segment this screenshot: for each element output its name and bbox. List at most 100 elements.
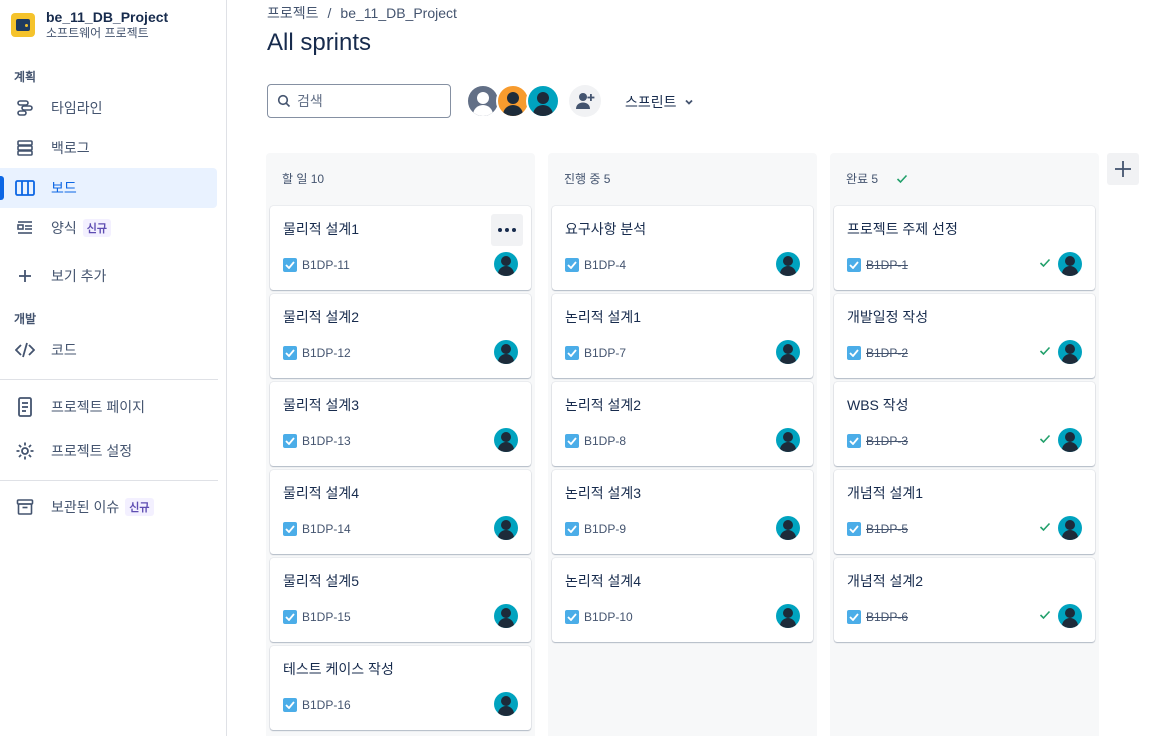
- task-type-icon: [283, 698, 297, 712]
- issue-card[interactable]: 논리적 설계1 B1DP-7: [552, 294, 813, 378]
- sidebar-item-add-view[interactable]: 보기 추가: [0, 256, 217, 296]
- issue-key[interactable]: B1DP-8: [584, 434, 626, 448]
- task-type-icon: [565, 522, 579, 536]
- issue-key[interactable]: B1DP-5: [866, 522, 908, 536]
- avatar[interactable]: [496, 84, 530, 118]
- sidebar-item-archived-issues[interactable]: 보관된 이슈 신규: [0, 487, 217, 527]
- avatar[interactable]: [526, 84, 560, 118]
- assignee-avatar[interactable]: [1058, 340, 1082, 364]
- assignee-avatar[interactable]: [1058, 428, 1082, 452]
- issue-card[interactable]: 개념적 설계1 B1DP-5: [834, 470, 1095, 554]
- task-type-icon: [283, 258, 297, 272]
- issue-card[interactable]: WBS 작성 B1DP-3: [834, 382, 1095, 466]
- sidebar-item-label: 백로그: [51, 140, 90, 156]
- search-icon: [277, 94, 291, 108]
- issue-key[interactable]: B1DP-9: [584, 522, 626, 536]
- sidebar-item-board[interactable]: 보드: [0, 168, 217, 208]
- search-box[interactable]: [267, 84, 451, 118]
- issue-key[interactable]: B1DP-6: [866, 610, 908, 624]
- project-header[interactable]: be_11_DB_Project 소프트웨어 프로젝트: [11, 8, 168, 40]
- issue-key[interactable]: B1DP-1: [866, 258, 908, 272]
- page-icon: [15, 397, 35, 417]
- issue-card[interactable]: 물리적 설계5 B1DP-15: [270, 558, 531, 642]
- sidebar-item-label: 프로젝트 페이지: [51, 399, 146, 415]
- issue-card[interactable]: 개발일정 작성 B1DP-2: [834, 294, 1095, 378]
- issue-card[interactable]: 물리적 설계3 B1DP-13: [270, 382, 531, 466]
- breadcrumb-projects-link[interactable]: 프로젝트: [267, 5, 319, 21]
- card-title: 논리적 설계2: [565, 397, 642, 413]
- task-type-icon: [283, 610, 297, 624]
- issue-key[interactable]: B1DP-2: [866, 346, 908, 360]
- timeline-icon: [15, 98, 35, 118]
- assignee-avatar[interactable]: [776, 604, 800, 628]
- form-icon: [15, 218, 35, 238]
- add-user-button[interactable]: [569, 85, 601, 117]
- assignee-avatar[interactable]: [494, 516, 518, 540]
- breadcrumb-project-link[interactable]: be_11_DB_Project: [340, 5, 456, 21]
- issue-key[interactable]: B1DP-7: [584, 346, 626, 360]
- plus-icon: [1115, 161, 1131, 177]
- sidebar-item-label: 코드: [51, 342, 77, 358]
- sidebar-item-label: 보기 추가: [51, 268, 107, 284]
- issue-card[interactable]: 논리적 설계4 B1DP-10: [552, 558, 813, 642]
- done-check-icon: [1039, 522, 1051, 532]
- issue-key[interactable]: B1DP-16: [302, 698, 351, 712]
- done-check-icon: [1039, 434, 1051, 444]
- card-title: 물리적 설계2: [283, 309, 360, 325]
- issue-card[interactable]: 테스트 케이스 작성 B1DP-16: [270, 646, 531, 730]
- board-column-todo: 할 일 10 물리적 설계1 B1DP-11 물리적 설계2 B1DP-12 물…: [266, 153, 535, 736]
- issue-card[interactable]: 요구사항 분석 B1DP-4: [552, 206, 813, 290]
- task-type-icon: [847, 346, 861, 360]
- column-header: 완료 5: [846, 170, 908, 187]
- assignee-avatar[interactable]: [776, 428, 800, 452]
- assignee-avatar[interactable]: [776, 340, 800, 364]
- assignee-avatar[interactable]: [1058, 252, 1082, 276]
- sidebar-item-timeline[interactable]: 타임라인: [0, 88, 217, 128]
- assignee-avatar[interactable]: [776, 252, 800, 276]
- issue-key[interactable]: B1DP-12: [302, 346, 351, 360]
- sidebar-item-code[interactable]: 코드: [0, 330, 217, 370]
- project-name: be_11_DB_Project: [46, 9, 169, 25]
- sidebar-item-project-settings[interactable]: 프로젝트 설정: [0, 431, 217, 471]
- task-type-icon: [847, 258, 861, 272]
- assignee-avatar[interactable]: [776, 516, 800, 540]
- board-icon: [15, 178, 35, 198]
- card-title: 테스트 케이스 작성: [283, 661, 394, 677]
- assignee-avatar[interactable]: [494, 604, 518, 628]
- assignee-avatar[interactable]: [494, 252, 518, 276]
- card-title: 개념적 설계2: [847, 573, 924, 589]
- issue-key[interactable]: B1DP-10: [584, 610, 633, 624]
- issue-card[interactable]: 물리적 설계2 B1DP-12: [270, 294, 531, 378]
- issue-key[interactable]: B1DP-3: [866, 434, 908, 448]
- sidebar-item-project-page[interactable]: 프로젝트 페이지: [0, 387, 217, 427]
- task-type-icon: [283, 522, 297, 536]
- more-actions-button[interactable]: [491, 214, 523, 246]
- issue-card[interactable]: 논리적 설계2 B1DP-8: [552, 382, 813, 466]
- sidebar-item-backlog[interactable]: 백로그: [0, 128, 217, 168]
- issue-key[interactable]: B1DP-15: [302, 610, 351, 624]
- assignee-avatar[interactable]: [1058, 516, 1082, 540]
- project-type: 소프트웨어 프로젝트: [46, 26, 149, 40]
- issue-card[interactable]: 논리적 설계3 B1DP-9: [552, 470, 813, 554]
- sidebar-item-form[interactable]: 양식 신규: [0, 208, 217, 248]
- issue-card[interactable]: 물리적 설계1 B1DP-11: [270, 206, 531, 290]
- search-input[interactable]: [297, 93, 437, 109]
- assignee-avatar[interactable]: [1058, 604, 1082, 628]
- issue-card[interactable]: 물리적 설계4 B1DP-14: [270, 470, 531, 554]
- assignee-avatar[interactable]: [494, 428, 518, 452]
- card-title: 논리적 설계1: [565, 309, 642, 325]
- sprint-dropdown[interactable]: 스프린트: [625, 92, 694, 112]
- add-column-button[interactable]: [1107, 153, 1139, 185]
- issue-key[interactable]: B1DP-14: [302, 522, 351, 536]
- task-type-icon: [847, 434, 861, 448]
- task-type-icon: [565, 258, 579, 272]
- section-label-plan: 계획: [14, 70, 37, 84]
- avatar[interactable]: [466, 84, 500, 118]
- issue-key[interactable]: B1DP-11: [302, 258, 350, 272]
- assignee-avatar[interactable]: [494, 692, 518, 716]
- issue-key[interactable]: B1DP-4: [584, 258, 626, 272]
- issue-card[interactable]: 프로젝트 주제 선정 B1DP-1: [834, 206, 1095, 290]
- issue-card[interactable]: 개념적 설계2 B1DP-6: [834, 558, 1095, 642]
- assignee-avatar[interactable]: [494, 340, 518, 364]
- issue-key[interactable]: B1DP-13: [302, 434, 351, 448]
